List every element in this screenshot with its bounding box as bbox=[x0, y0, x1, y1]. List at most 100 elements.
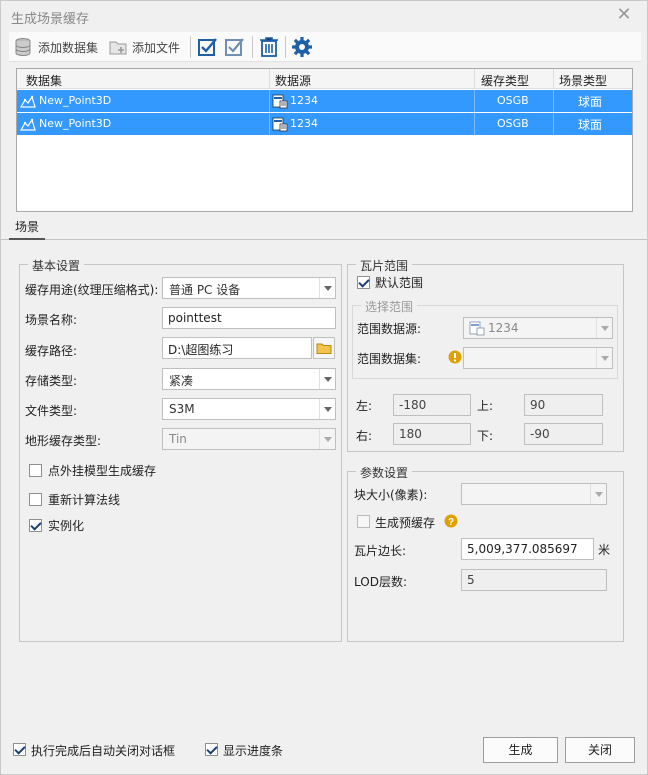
tile-length-value: 5,009,377.085697 bbox=[467, 542, 578, 556]
bottom-bound-input[interactable]: -90 bbox=[524, 423, 603, 445]
toolbar-separator bbox=[252, 36, 253, 58]
storage-type-select[interactable]: 紧凑 bbox=[162, 368, 336, 390]
add-dataset-button[interactable]: 添加数据集 bbox=[13, 36, 98, 58]
tab-scene[interactable]: 场景 bbox=[9, 218, 46, 240]
add-file-button[interactable]: 添加文件 bbox=[108, 36, 180, 58]
auto-close-label: 执行完成后自动关闭对话框 bbox=[31, 744, 176, 758]
range-dataset-select[interactable] bbox=[463, 347, 613, 369]
storage-type-value: 紧凑 bbox=[169, 374, 194, 388]
dialog-title: 生成场景缓存 bbox=[11, 12, 90, 27]
toolbar-separator bbox=[190, 36, 191, 58]
close-button[interactable]: 关闭 bbox=[565, 737, 635, 763]
datasource-icon bbox=[272, 117, 288, 132]
cache-usage-value: 普通 PC 设备 bbox=[169, 283, 241, 297]
external-model-checkbox[interactable] bbox=[29, 464, 42, 477]
chevron-down-icon bbox=[596, 318, 612, 338]
terrain-cache-type-label: 地形缓存类型: bbox=[25, 434, 102, 448]
cell-cache-type: OSGB bbox=[497, 94, 529, 107]
block-size-label: 块大小(像素): bbox=[354, 488, 428, 502]
show-progress-label: 显示进度条 bbox=[223, 744, 284, 758]
title-bar: 生成场景缓存 ✕ bbox=[1, 1, 647, 31]
cell-divider bbox=[269, 113, 270, 135]
column-divider bbox=[553, 69, 554, 89]
chevron-down-icon bbox=[590, 484, 606, 504]
external-model-label: 点外挂模型生成缓存 bbox=[48, 464, 157, 478]
trash-icon bbox=[260, 37, 278, 57]
cell-scene-type: 球面 bbox=[578, 118, 603, 132]
right-bound-label: 右: bbox=[356, 429, 373, 443]
block-size-select[interactable] bbox=[461, 483, 607, 505]
settings-button[interactable] bbox=[291, 36, 313, 58]
range-datasource-value: 1234 bbox=[488, 321, 519, 335]
cell-divider bbox=[553, 113, 554, 135]
lod-levels-input[interactable]: 5 bbox=[461, 569, 607, 591]
generate-button[interactable]: 生成 bbox=[483, 737, 558, 763]
tile-length-unit: 米 bbox=[598, 543, 611, 557]
top-bound-label: 上: bbox=[477, 399, 494, 413]
check-all-icon bbox=[198, 38, 217, 56]
range-datasource-select[interactable]: 1234 bbox=[463, 317, 613, 339]
column-header-datasource[interactable]: 数据源 bbox=[275, 72, 311, 89]
show-progress-checkbox[interactable] bbox=[205, 743, 218, 756]
help-icon[interactable]: ? bbox=[444, 514, 458, 528]
browse-folder-button[interactable] bbox=[313, 337, 335, 359]
point3d-dataset-icon bbox=[20, 95, 36, 108]
parameter-settings-title: 参数设置 bbox=[356, 464, 413, 481]
toolbar: 添加数据集 添加文件 bbox=[9, 32, 641, 62]
cell-divider bbox=[474, 90, 475, 112]
pre-cache-checkbox[interactable] bbox=[357, 515, 370, 528]
parameter-settings-group: 参数设置 块大小(像素): 生成预缓存 ? 瓦片边长: 5,009,377.08… bbox=[347, 464, 624, 642]
datasource-icon bbox=[469, 321, 485, 336]
terrain-cache-type-select[interactable]: Tin bbox=[162, 428, 336, 450]
column-header-dataset[interactable]: 数据集 bbox=[26, 72, 62, 89]
cell-divider bbox=[269, 90, 270, 112]
auto-close-checkbox[interactable] bbox=[13, 743, 26, 756]
range-dataset-label: 范围数据集: bbox=[357, 352, 422, 366]
scene-name-input[interactable]: pointtest bbox=[162, 307, 336, 329]
datasource-icon bbox=[272, 94, 288, 109]
scene-name-value: pointtest bbox=[168, 311, 222, 325]
cell-datasource: 1234 bbox=[290, 94, 318, 107]
column-header-scene-type[interactable]: 场景类型 bbox=[559, 72, 607, 89]
cell-cache-type: OSGB bbox=[497, 117, 529, 130]
left-bound-input[interactable]: -180 bbox=[393, 394, 471, 416]
pre-cache-label: 生成预缓存 bbox=[375, 516, 436, 530]
chevron-down-icon bbox=[596, 348, 612, 368]
cache-path-input[interactable]: D:\超图练习 bbox=[162, 337, 312, 359]
cell-datasource: 1234 bbox=[290, 117, 318, 130]
instancing-checkbox[interactable] bbox=[29, 519, 42, 532]
cache-usage-select[interactable]: 普通 PC 设备 bbox=[162, 277, 336, 299]
dataset-table: 数据集 数据源 缓存类型 场景类型 New_Point3D 1234 OSGB … bbox=[16, 68, 633, 212]
cache-usage-label: 缓存用途(纹理压缩格式): bbox=[25, 283, 159, 297]
file-type-select[interactable]: S3M bbox=[162, 398, 336, 420]
tile-range-group: 瓦片范围 默认范围 选择范围 范围数据源: 1234 范围数据集: 左: -18… bbox=[347, 257, 624, 452]
cache-path-value: D:\超图练习 bbox=[168, 343, 234, 357]
tab-strip: 场景 bbox=[1, 214, 647, 240]
select-all-button[interactable] bbox=[197, 36, 219, 58]
add-dataset-label: 添加数据集 bbox=[38, 40, 99, 55]
lod-levels-value: 5 bbox=[467, 573, 475, 587]
default-range-checkbox[interactable] bbox=[357, 276, 370, 289]
scene-name-label: 场景名称: bbox=[25, 313, 78, 327]
check-invert-icon bbox=[225, 38, 244, 56]
generate-scene-cache-dialog: 生成场景缓存 ✕ 添加数据集 添加文件 数据集 数据源 缓存类型 场景类型 Ne… bbox=[0, 0, 648, 775]
chevron-down-icon bbox=[319, 399, 335, 419]
table-row[interactable]: New_Point3D 1234 OSGB 球面 bbox=[17, 113, 632, 135]
column-divider bbox=[269, 69, 270, 89]
recompute-normals-label: 重新计算法线 bbox=[48, 493, 121, 507]
table-row[interactable]: New_Point3D 1234 OSGB 球面 bbox=[17, 90, 632, 112]
close-icon[interactable]: ✕ bbox=[613, 5, 635, 27]
top-bound-input[interactable]: 90 bbox=[524, 394, 603, 416]
svg-text:?: ? bbox=[448, 517, 454, 528]
database-icon bbox=[15, 38, 31, 57]
file-type-value: S3M bbox=[169, 402, 195, 416]
invert-selection-button[interactable] bbox=[224, 36, 246, 58]
tile-length-input[interactable]: 5,009,377.085697 bbox=[461, 538, 594, 560]
right-bound-input[interactable]: 180 bbox=[393, 423, 471, 445]
cell-dataset: New_Point3D bbox=[39, 94, 112, 107]
cell-divider bbox=[553, 90, 554, 112]
delete-button[interactable] bbox=[259, 36, 279, 58]
recompute-normals-checkbox[interactable] bbox=[29, 493, 42, 506]
toolbar-separator bbox=[285, 36, 286, 58]
column-header-cache-type[interactable]: 缓存类型 bbox=[481, 72, 529, 89]
